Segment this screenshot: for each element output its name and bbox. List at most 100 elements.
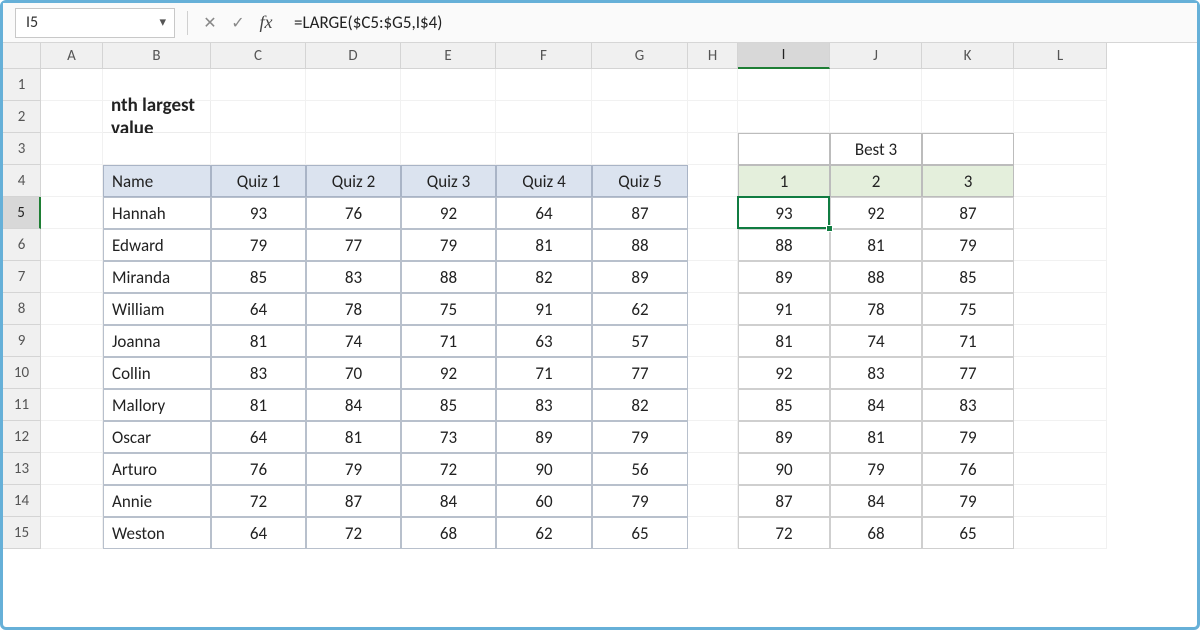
quiz-cell[interactable]: 62 [496,517,592,549]
cell-D2[interactable] [306,101,401,133]
quiz-cell[interactable]: 87 [306,485,401,517]
name-cell[interactable]: Weston [103,517,211,549]
cell-L15[interactable] [1014,517,1107,549]
best-n-header[interactable]: 2 [830,165,922,197]
quiz-cell[interactable]: 82 [496,261,592,293]
cell-I2[interactable] [738,101,830,133]
best-cell[interactable]: 65 [922,517,1014,549]
quiz-cell[interactable]: 65 [592,517,688,549]
table-header[interactable]: Quiz 5 [592,165,688,197]
cell-F2[interactable] [496,101,592,133]
column-header-E[interactable]: E [401,43,496,69]
cell-L2[interactable] [1014,101,1107,133]
cell-A11[interactable] [41,389,103,421]
best-cell[interactable]: 85 [922,261,1014,293]
cell-H3[interactable] [688,133,738,165]
cell-D1[interactable] [306,69,401,101]
quiz-cell[interactable]: 72 [211,485,306,517]
cell-H6[interactable] [688,229,738,261]
cell-A10[interactable] [41,357,103,389]
cell-H7[interactable] [688,261,738,293]
fx-icon[interactable]: fx [254,11,278,35]
quiz-cell[interactable]: 88 [401,261,496,293]
spreadsheet-grid[interactable]: ABCDEFGHIJKL12nth largest value3Best 34N… [3,43,1107,549]
name-cell[interactable]: Joanna [103,325,211,357]
quiz-cell[interactable]: 85 [401,389,496,421]
quiz-cell[interactable]: 79 [592,485,688,517]
cell-C3[interactable] [211,133,306,165]
best-cell[interactable]: 89 [738,421,830,453]
quiz-cell[interactable]: 88 [592,229,688,261]
cell-H4[interactable] [688,165,738,197]
column-header-B[interactable]: B [103,43,211,69]
quiz-cell[interactable]: 79 [592,421,688,453]
quiz-cell[interactable]: 68 [401,517,496,549]
table-header[interactable]: Quiz 2 [306,165,401,197]
best-cell[interactable]: 83 [830,357,922,389]
quiz-cell[interactable]: 93 [211,197,306,229]
cell-A1[interactable] [41,69,103,101]
cell-G1[interactable] [592,69,688,101]
quiz-cell[interactable]: 79 [211,229,306,261]
quiz-cell[interactable]: 74 [306,325,401,357]
quiz-cell[interactable]: 62 [592,293,688,325]
cell-L9[interactable] [1014,325,1107,357]
cell-A14[interactable] [41,485,103,517]
best-cell[interactable]: 76 [922,453,1014,485]
cell-A8[interactable] [41,293,103,325]
row-header-9[interactable]: 9 [3,325,41,357]
cell-A2[interactable] [41,101,103,133]
best-n-header[interactable]: 3 [922,165,1014,197]
best-cell[interactable]: 93 [738,197,830,229]
best-cell[interactable]: 88 [830,261,922,293]
cell-A4[interactable] [41,165,103,197]
cell-A13[interactable] [41,453,103,485]
quiz-cell[interactable]: 85 [211,261,306,293]
best-cell[interactable]: 89 [738,261,830,293]
cell-E3[interactable] [401,133,496,165]
cell-A6[interactable] [41,229,103,261]
best-cell[interactable]: 81 [830,229,922,261]
row-header-2[interactable]: 2 [3,101,41,133]
quiz-cell[interactable]: 77 [592,357,688,389]
name-box[interactable]: I5 ▾ [15,8,175,38]
cell-I1[interactable] [738,69,830,101]
cell-H11[interactable] [688,389,738,421]
cell-F3[interactable] [496,133,592,165]
cell-H8[interactable] [688,293,738,325]
best-cell[interactable]: 68 [830,517,922,549]
column-header-D[interactable]: D [306,43,401,69]
cell-C2[interactable] [211,101,306,133]
enter-icon[interactable]: ✓ [226,11,250,35]
column-header-A[interactable]: A [41,43,103,69]
cell-L4[interactable] [1014,165,1107,197]
best-cell[interactable]: 74 [830,325,922,357]
quiz-cell[interactable]: 83 [211,357,306,389]
quiz-cell[interactable]: 83 [496,389,592,421]
best-cell[interactable]: 83 [922,389,1014,421]
quiz-cell[interactable]: 64 [496,197,592,229]
table-header[interactable]: Name [103,165,211,197]
quiz-cell[interactable]: 72 [401,453,496,485]
quiz-cell[interactable]: 79 [401,229,496,261]
cell-H13[interactable] [688,453,738,485]
row-header-10[interactable]: 10 [3,357,41,389]
quiz-cell[interactable]: 84 [306,389,401,421]
table-header[interactable]: Quiz 4 [496,165,592,197]
quiz-cell[interactable]: 81 [211,389,306,421]
best-cell[interactable]: 72 [738,517,830,549]
cell-L13[interactable] [1014,453,1107,485]
quiz-cell[interactable]: 84 [401,485,496,517]
best-cell[interactable]: 87 [922,197,1014,229]
best-cell[interactable]: 77 [922,357,1014,389]
best-title-span[interactable] [922,133,1014,165]
quiz-cell[interactable]: 64 [211,517,306,549]
best-cell[interactable]: 84 [830,389,922,421]
row-header-4[interactable]: 4 [3,165,41,197]
best-cell[interactable]: 88 [738,229,830,261]
quiz-cell[interactable]: 56 [592,453,688,485]
quiz-cell[interactable]: 82 [592,389,688,421]
quiz-cell[interactable]: 71 [496,357,592,389]
name-cell[interactable]: Hannah [103,197,211,229]
column-header-F[interactable]: F [496,43,592,69]
